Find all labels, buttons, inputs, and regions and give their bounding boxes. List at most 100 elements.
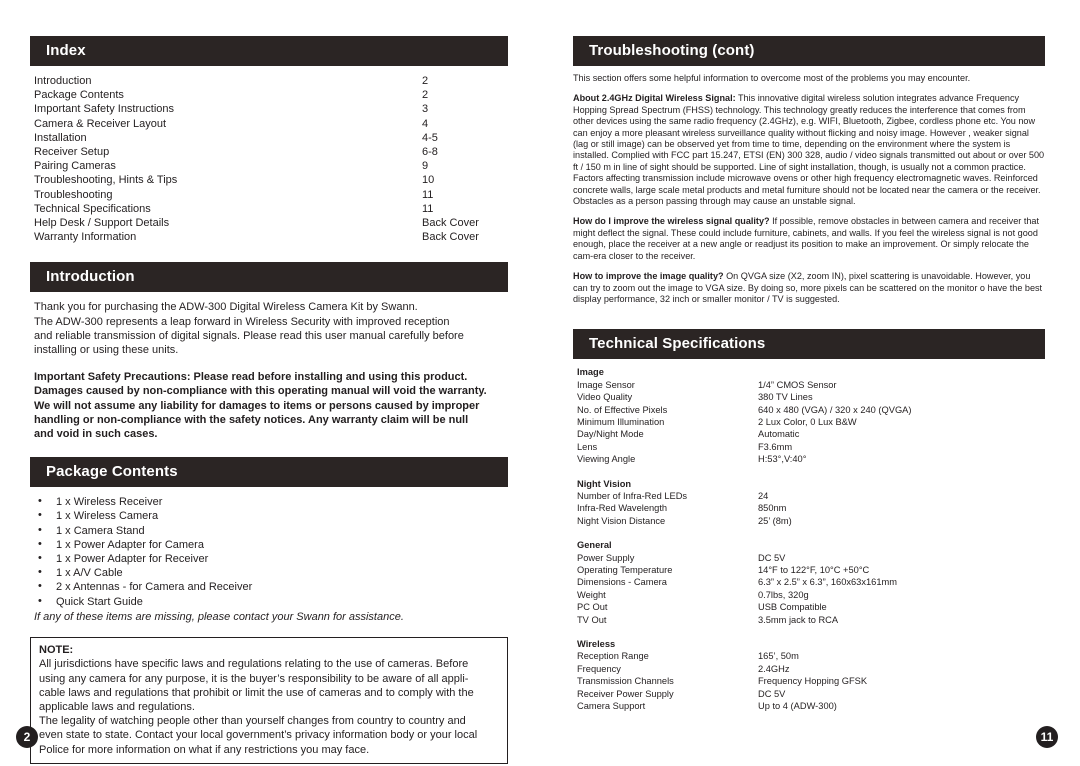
spec-row: Infra-Red Wavelength 850nm — [577, 502, 1045, 514]
spec-row: Frequency 2.4GHz — [577, 663, 1045, 675]
index-row-page: 11 — [422, 202, 434, 215]
index-row-page: Back Cover — [422, 217, 479, 230]
spec-row-label: Night Vision Distance — [577, 515, 666, 526]
index-row-page: 4-5 — [422, 131, 438, 144]
introduction-line-3: and reliable transmission of digital sig… — [34, 329, 464, 342]
index-row[interactable]: Important Safety Instructions 3 — [34, 102, 508, 116]
spec-row-label: Frequency — [577, 663, 621, 674]
index-row-page: Back Cover — [422, 231, 479, 244]
troubleshooting-intro: This section offers some helpful informa… — [573, 73, 971, 83]
index-row[interactable]: Technical Specifications 11 — [34, 202, 508, 216]
troubleshooting-section-header: Troubleshooting (cont) — [573, 36, 1045, 66]
spec-row: Video Quality 380 TV Lines — [577, 391, 1045, 403]
spec-group-heading: General — [577, 540, 612, 551]
spec-row-value: 640 x 480 (VGA) / 320 x 240 (QVGA) — [758, 404, 912, 415]
spec-group: General Power Supply DC 5V Operating Temper… — [573, 539, 1045, 626]
spec-row: No. of Effective Pixels 640 x 480 (VGA) /… — [577, 404, 1045, 416]
spec-row-label: Video Quality — [577, 392, 633, 403]
spec-row-value: 2 Lux Color, 0 Lux B&W — [758, 416, 857, 427]
spec-row-label: Lens — [577, 441, 598, 452]
spec-row-value: 1/4” CMOS Sensor — [758, 379, 837, 390]
note-paragraph-2-line-2: even state to state. Contact your local … — [39, 729, 478, 742]
index-row-title: Warranty Information — [34, 231, 137, 244]
spec-row-label: Image Sensor — [577, 379, 635, 390]
spec-row: Receiver Power Supply DC 5V — [577, 688, 1045, 700]
index-row[interactable]: Receiver Setup 6-8 — [34, 145, 508, 159]
index-row[interactable]: Camera & Receiver Layout 4 — [34, 117, 508, 131]
right-column: Troubleshooting (cont) This section offe… — [573, 36, 1045, 712]
spec-row: Viewing Angle H:53°,V:40° — [577, 453, 1045, 465]
index-row[interactable]: Troubleshooting, Hints & Tips 10 — [34, 173, 508, 187]
spec-row-label: PC Out — [577, 602, 608, 613]
spec-row-label: Receiver Power Supply — [577, 688, 674, 699]
spec-row: Dimensions - Camera 6.3” x 2.5” x 6.3”, 1… — [577, 576, 1045, 588]
technical-specifications-table: Image Image Sensor 1/4” CMOS Sensor Video Q… — [573, 366, 1045, 712]
index-row[interactable]: Warranty Information Back Cover — [34, 230, 508, 244]
right-page: Troubleshooting (cont) This section offe… — [540, 0, 1080, 766]
spec-row-value: 2.4GHz — [758, 663, 790, 674]
note-paragraph-1-line-3: cable laws and regulations that prohibit… — [39, 686, 474, 699]
troubleshooting-paragraph-1-label: About 2.4GHz Digital Wireless Signal: — [573, 93, 736, 104]
index-section-header: Index — [30, 36, 508, 66]
index-row[interactable]: Help Desk / Support Details Back Cover — [34, 216, 508, 230]
troubleshooting-paragraph-2: How do I improve the wireless signal qua… — [573, 216, 1045, 262]
index-row[interactable]: Package Contents 2 — [34, 88, 508, 102]
safety-precautions-line-3: We will not assume any liability for dam… — [34, 399, 480, 412]
spec-row-value: Up to 4 (ADW-300) — [758, 701, 837, 712]
index-row-page: 3 — [422, 103, 429, 116]
index-list: Introduction 2 Package Contents 2 Important … — [34, 74, 508, 244]
spec-row: Night Vision Distance 25’ (8m) — [577, 515, 1045, 527]
index-row-title: Technical Specifications — [34, 202, 151, 215]
index-row-page: 9 — [422, 160, 429, 173]
index-row-title: Help Desk / Support Details — [34, 217, 170, 230]
index-row-title: Package Contents — [34, 89, 124, 102]
spec-row: Number of Infra-Red LEDs 24 — [577, 490, 1045, 502]
spec-row-label: No. of Effective Pixels — [577, 404, 668, 415]
index-row-page: 6-8 — [422, 146, 438, 159]
page-number-badge-left: 2 — [16, 726, 38, 748]
index-row-title: Camera & Receiver Layout — [34, 117, 167, 130]
spec-row-value: 6.3” x 2.5” x 6.3”, 160x63x161mm — [758, 577, 898, 588]
spec-row-value: 380 TV Lines — [758, 392, 813, 403]
spec-row: Camera Support Up to 4 (ADW-300) — [577, 700, 1045, 712]
spec-row-value: DC 5V — [758, 688, 786, 699]
troubleshooting-paragraph-2-label: How do I improve the wireless signal qua… — [573, 216, 770, 227]
index-row[interactable]: Pairing Cameras 9 — [34, 159, 508, 173]
spec-row-value: 3.5mm jack to RCA — [758, 614, 839, 625]
index-row-title: Receiver Setup — [34, 146, 110, 159]
package-contents-item: 1 x Camera Stand — [34, 523, 508, 538]
spec-row: Minimum Illumination 2 Lux Color, 0 Lux B… — [577, 416, 1045, 428]
troubleshooting-paragraph-1: About 2.4GHz Digital Wireless Signal: Th… — [573, 93, 1045, 207]
introduction-line-4: installing or using these units. — [34, 344, 179, 357]
index-row[interactable]: Troubleshooting 11 — [34, 188, 508, 202]
package-contents-item: 1 x Power Adapter for Receiver — [34, 551, 508, 566]
spec-row: Weight 0.7lbs, 320g — [577, 589, 1045, 601]
index-row[interactable]: Introduction 2 — [34, 74, 508, 88]
troubleshooting-paragraph-3: How to improve the image quality? On QVG… — [573, 271, 1045, 305]
safety-precautions-line-4: handling or non-compliance with the safe… — [34, 413, 469, 426]
spec-row: Power Supply DC 5V — [577, 552, 1045, 564]
troubleshooting-paragraph-3-label: How to improve the image quality? — [573, 271, 724, 282]
left-column: Index Introduction 2 Package Contents 2 Impo… — [30, 36, 508, 764]
spec-row-label: Power Supply — [577, 552, 635, 563]
spec-group: Wireless Reception Range 165’, 50m Frequenc… — [573, 638, 1045, 712]
package-contents-list: 1 x Wireless Receiver1 x Wireless Camera… — [34, 494, 508, 609]
spec-row-label: Camera Support — [577, 701, 646, 712]
spec-row: PC Out USB Compatible — [577, 601, 1045, 613]
left-page: Index Introduction 2 Package Contents 2 Impo… — [0, 0, 540, 766]
technical-specifications-section-header: Technical Specifications — [573, 329, 1045, 360]
package-contents-item: 1 x Wireless Receiver — [34, 494, 508, 509]
spec-row-label: Weight — [577, 589, 606, 600]
spec-row: TV Out 3.5mm jack to RCA — [577, 614, 1045, 626]
spec-group-heading: Night Vision — [577, 478, 632, 489]
note-paragraph-1-line-2: using any camera for any purpose, it is … — [39, 672, 469, 685]
note-title: NOTE: — [39, 644, 74, 657]
index-row[interactable]: Installation 4-5 — [34, 131, 508, 145]
spec-row: Operating Temperature 14°F to 122°F, 10°C… — [577, 564, 1045, 576]
index-row-title: Installation — [34, 131, 87, 144]
spec-row-label: Infra-Red Wavelength — [577, 503, 668, 514]
safety-precautions-line-5: and void in such cases. — [34, 428, 158, 441]
spec-row-label: Minimum Illumination — [577, 416, 665, 427]
package-contents-item: Quick Start Guide — [34, 594, 508, 609]
index-row-title: Troubleshooting — [34, 188, 113, 201]
